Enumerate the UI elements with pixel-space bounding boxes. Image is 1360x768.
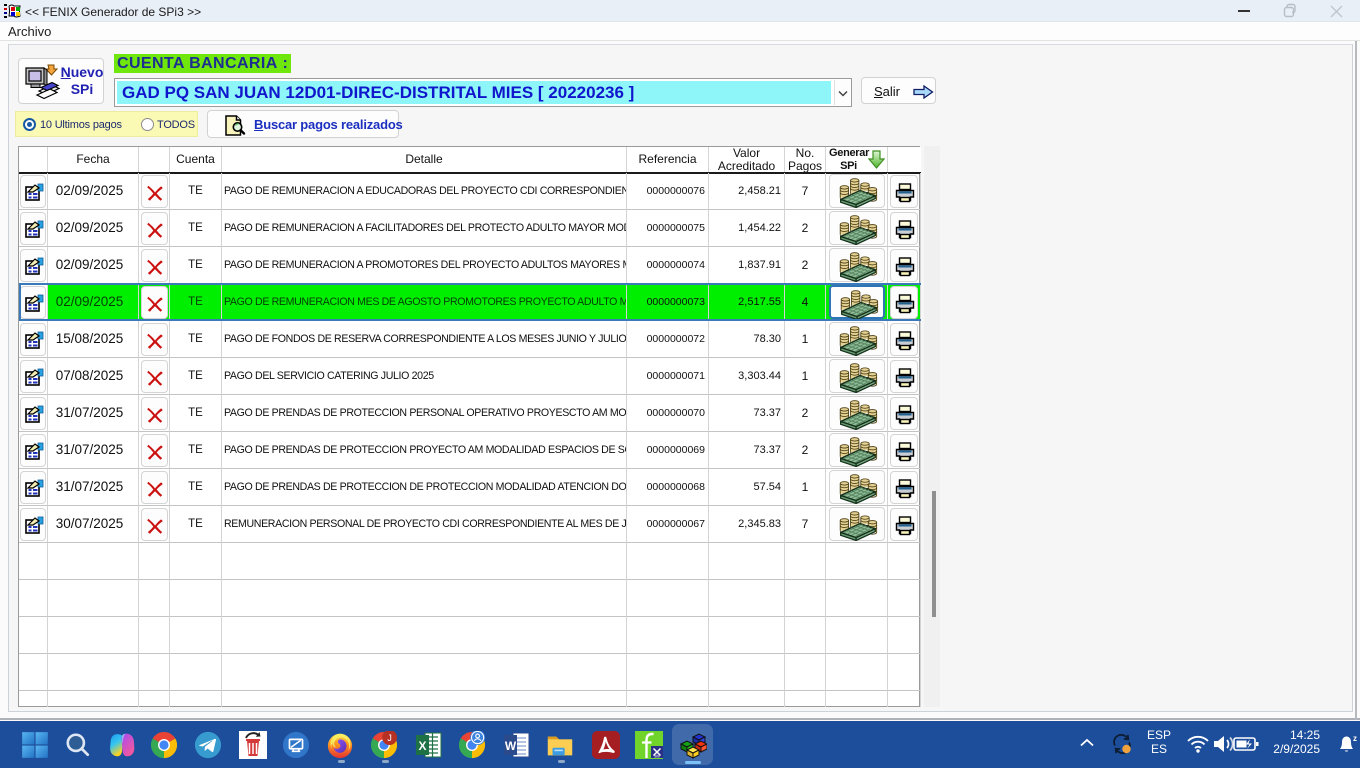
svg-text:W: W [505,739,517,753]
svg-text:X: X [418,739,426,753]
svg-text:z: z [1353,734,1357,743]
svg-text:J: J [387,733,391,743]
svg-text:sis: sis [654,754,660,759]
